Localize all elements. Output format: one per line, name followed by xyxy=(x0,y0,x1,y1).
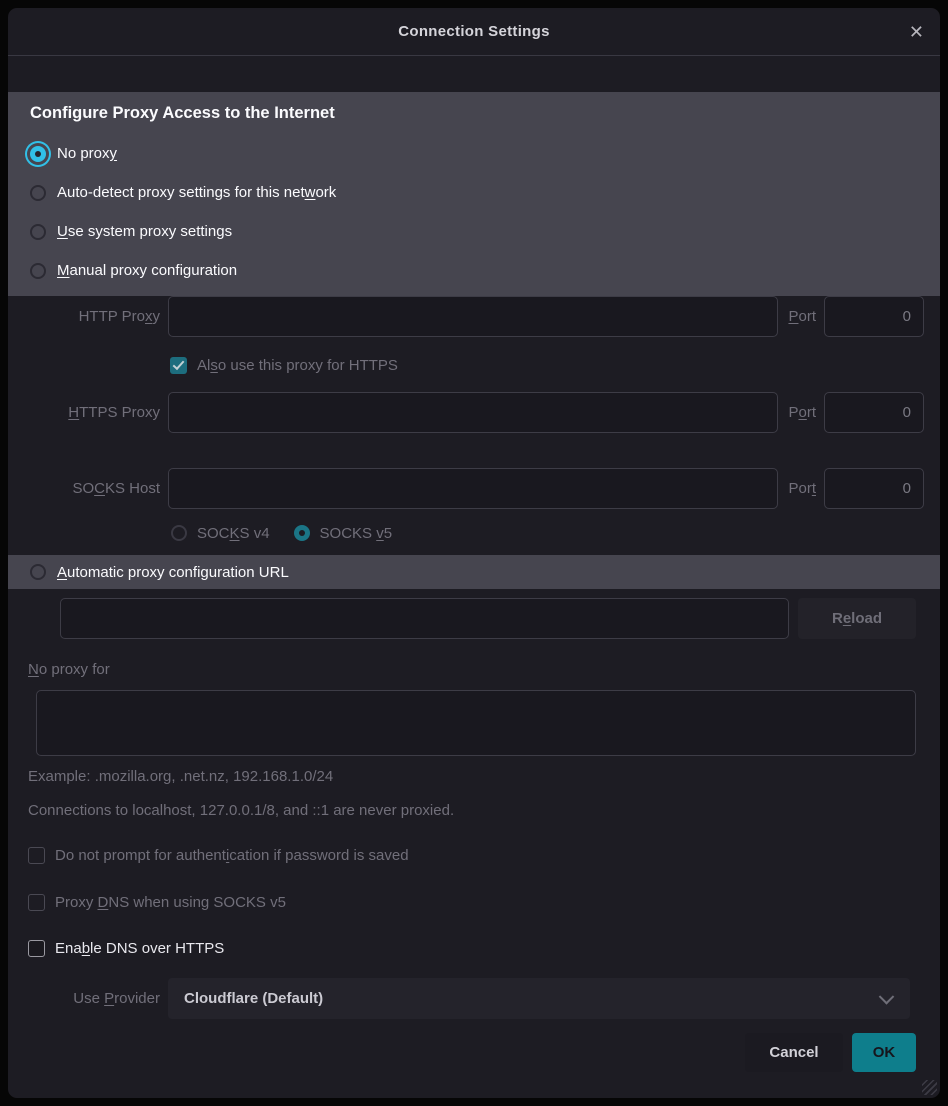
no-proxy-example-text: Example: .mozilla.org, .net.nz, 192.168.… xyxy=(28,768,940,787)
close-icon[interactable]: ✕ xyxy=(909,23,924,41)
no-proxy-for-textarea[interactable] xyxy=(36,690,916,756)
dialog-title: Connection Settings xyxy=(398,23,550,40)
radio-label: Manual proxy configuration xyxy=(57,262,237,279)
checkbox-icon xyxy=(28,894,45,911)
socks-v5-label[interactable]: SOCKS v5 xyxy=(320,525,393,542)
radio-automatic-pac[interactable]: Automatic proxy configuration URL xyxy=(8,555,940,589)
reload-button[interactable]: Reload xyxy=(798,598,916,639)
dialog-titlebar: Connection Settings ✕ xyxy=(8,8,940,56)
use-provider-label: Use Provider xyxy=(8,990,168,1007)
dialog-footer: Cancel OK xyxy=(8,1033,916,1072)
doh-provider-row: Use Provider Cloudflare (Default) xyxy=(8,978,910,1019)
socks-host-input[interactable] xyxy=(168,468,778,509)
https-proxy-label: HTTPS Proxy xyxy=(8,404,168,421)
http-proxy-input[interactable] xyxy=(168,296,778,337)
checkbox-label: Enable DNS over HTTPS xyxy=(55,940,224,957)
no-proxy-for-label: No proxy for xyxy=(28,661,940,680)
ok-button[interactable]: OK xyxy=(852,1033,916,1072)
cancel-button[interactable]: Cancel xyxy=(745,1033,843,1072)
socks-port-input[interactable] xyxy=(824,468,924,509)
socks-host-label: SOCKS Host xyxy=(8,480,168,497)
radio-manual-proxy[interactable]: Manual proxy configuration xyxy=(8,251,940,290)
http-proxy-row: HTTP Proxy Port xyxy=(8,296,924,337)
chevron-down-icon xyxy=(879,989,895,1005)
also-https-checkbox[interactable]: Also use this proxy for HTTPS xyxy=(170,355,940,375)
provider-select[interactable]: Cloudflare (Default) xyxy=(168,978,910,1019)
radio-label: Automatic proxy configuration URL xyxy=(57,564,289,581)
socks-v4-label[interactable]: SOCKS v4 xyxy=(197,525,270,542)
radio-icon xyxy=(30,185,46,201)
radio-system-proxy[interactable]: Use system proxy settings xyxy=(8,212,940,251)
radio-no-proxy[interactable]: No proxy xyxy=(8,134,940,173)
radio-icon xyxy=(30,263,46,279)
radio-icon xyxy=(30,146,46,162)
localhost-note-text: Connections to localhost, 127.0.0.1/8, a… xyxy=(28,802,940,821)
radio-icon[interactable] xyxy=(294,525,310,541)
pac-url-input[interactable] xyxy=(60,598,789,639)
radio-icon[interactable] xyxy=(171,525,187,541)
http-port-input[interactable] xyxy=(824,296,924,337)
socks-port-label: Port xyxy=(788,480,816,497)
checkbox-icon xyxy=(28,847,45,864)
https-port-input[interactable] xyxy=(824,392,924,433)
group-heading: Configure Proxy Access to the Internet xyxy=(30,104,940,123)
checkbox-label: Proxy DNS when using SOCKS v5 xyxy=(55,894,286,911)
checkbox-label: Do not prompt for authentication if pass… xyxy=(55,847,409,864)
radio-auto-detect[interactable]: Auto-detect proxy settings for this netw… xyxy=(8,173,940,212)
radio-label: No proxy xyxy=(57,145,117,162)
screen: Connection Settings ✕ Configure Proxy Ac… xyxy=(0,0,948,1106)
radio-label: Use system proxy settings xyxy=(57,223,232,240)
http-port-label: Port xyxy=(788,308,816,325)
radio-label: Auto-detect proxy settings for this netw… xyxy=(57,184,336,201)
https-proxy-input[interactable] xyxy=(168,392,778,433)
https-port-label: Port xyxy=(788,404,816,421)
connection-settings-dialog: Connection Settings ✕ Configure Proxy Ac… xyxy=(8,8,940,1098)
enable-doh-checkbox[interactable]: Enable DNS over HTTPS xyxy=(28,938,940,958)
provider-selected-value: Cloudflare (Default) xyxy=(184,990,323,1007)
http-proxy-label: HTTP Proxy xyxy=(8,308,168,325)
proxy-dns-socks5-checkbox[interactable]: Proxy DNS when using SOCKS v5 xyxy=(28,892,940,912)
checkbox-icon xyxy=(170,357,187,374)
checkbox-icon xyxy=(28,940,45,957)
socks-version-group: SOCKS v4 SOCKS v5 xyxy=(171,522,940,544)
socks-host-row: SOCKS Host Port xyxy=(8,468,924,509)
https-proxy-row: HTTPS Proxy Port xyxy=(8,392,924,433)
pac-url-row: Reload xyxy=(60,598,916,639)
radio-icon xyxy=(30,224,46,240)
no-prompt-auth-checkbox[interactable]: Do not prompt for authentication if pass… xyxy=(28,845,940,865)
proxy-mode-group: Configure Proxy Access to the Internet N… xyxy=(8,92,940,296)
resize-grip[interactable] xyxy=(922,1080,937,1095)
radio-icon xyxy=(30,564,46,580)
checkbox-label: Also use this proxy for HTTPS xyxy=(197,357,398,374)
